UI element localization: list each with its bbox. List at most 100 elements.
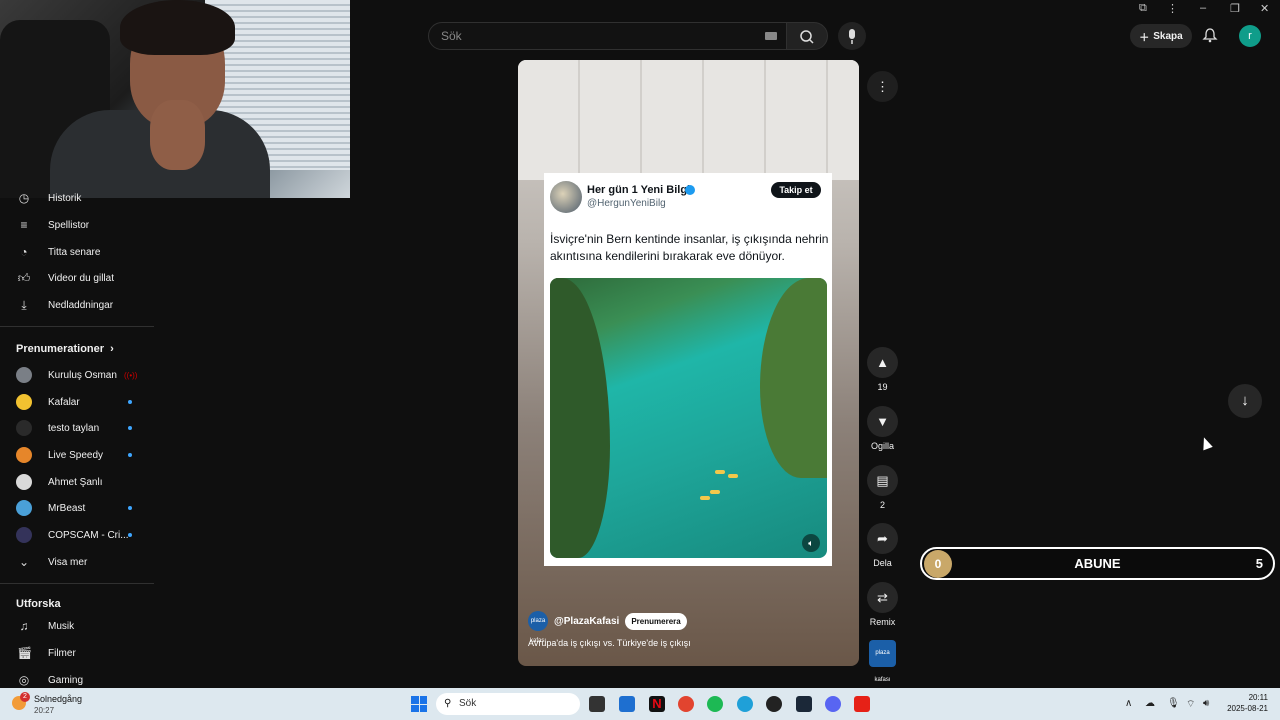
music-icon: ♫ — [19, 619, 29, 633]
channel-avatar[interactable]: plaza kafası — [528, 611, 548, 644]
webcam-overlay — [0, 0, 350, 198]
subscription-item[interactable]: Kuruluş Osman ((•)) — [0, 363, 154, 387]
netflix-icon[interactable]: N — [649, 696, 665, 712]
subscription-label: testo taylan — [48, 422, 100, 434]
new-content-dot — [128, 506, 132, 510]
short-video-player[interactable]: Her gün 1 Yeni Bilgi @HergunYeniBilg Tak… — [518, 60, 859, 666]
steam-icon[interactable] — [796, 696, 812, 712]
next-video-button[interactable]: ↓ — [1228, 384, 1262, 418]
search-input[interactable]: Sök — [428, 22, 788, 50]
dislike-button[interactable]: ▼ — [867, 406, 898, 437]
sidebar-item-movies[interactable]: 🎬︎ Filmer — [0, 641, 154, 665]
sidebar-item-history[interactable]: ◷ Historik — [0, 186, 154, 210]
subscription-item[interactable]: MrBeast — [0, 496, 154, 520]
subscriber-goal-widget: 0 ABUNE 5 — [920, 547, 1275, 580]
arrow-down-icon: ↓ — [1241, 392, 1249, 409]
sidebar-item-downloads[interactable]: ⤓ Nedladdningar — [0, 293, 154, 317]
sidebar-item-label: Historik — [48, 192, 82, 204]
create-button[interactable]: ＋ Skapa — [1130, 24, 1192, 48]
comments-button[interactable]: ▤ — [867, 465, 898, 496]
thumb-up-icon: 👍︎ — [17, 271, 31, 285]
cloud-icon[interactable]: ☁ — [1145, 698, 1155, 709]
comment-icon: ▤ — [876, 473, 889, 488]
extensions-icon[interactable]: ⧉ — [1139, 2, 1147, 15]
raft — [710, 490, 720, 494]
channel-avatar — [16, 500, 32, 516]
volume-icon[interactable]: 🔊︎ — [1203, 698, 1209, 709]
history-icon: ◷ — [18, 191, 30, 205]
like-button[interactable]: ▲ — [867, 347, 898, 378]
chevron-right-icon: › — [107, 343, 114, 355]
close-icon[interactable]: ✕ — [1260, 2, 1269, 15]
river-bank-left — [550, 278, 610, 558]
store-icon[interactable] — [619, 696, 635, 712]
network-icon[interactable]: ⌔ — [1186, 698, 1195, 711]
microphone-icon — [849, 29, 855, 44]
weather-badge: 2 — [20, 692, 30, 702]
clock-icon: ◔ — [20, 245, 28, 259]
plus-icon: ＋ — [1139, 32, 1150, 44]
tray-chevron-up-icon[interactable]: ∧ — [1125, 698, 1132, 709]
mouse-cursor-icon — [1199, 435, 1213, 451]
subscriber-goal-target: 5 — [1255, 556, 1263, 571]
search-placeholder: Sök — [441, 29, 462, 43]
channel-name[interactable]: @PlazaKafasi — [554, 616, 619, 627]
show-more-label: Visa mer — [48, 556, 88, 568]
remix-label: Remix — [869, 617, 896, 627]
chrome-icon[interactable] — [678, 696, 694, 712]
subscriptions-heading[interactable]: Prenumerationer › — [16, 343, 114, 355]
subscribe-button[interactable]: Prenumerera — [625, 612, 687, 630]
gaming-icon: ◎ — [18, 673, 30, 687]
taskbar-clock[interactable]: 20:11 2025-08-21 — [1218, 692, 1268, 714]
sound-channel-avatar[interactable]: plaza kafası — [869, 640, 896, 683]
taskbar-search[interactable]: ⚲ Sök — [436, 693, 580, 715]
sidebar-item-liked-videos[interactable]: 👍︎ Videor du gillat — [0, 266, 154, 290]
river-bank-right — [760, 278, 827, 478]
sidebar-item-label: Gaming — [48, 674, 84, 686]
subscription-item[interactable]: Kafalar — [0, 390, 154, 414]
keyboard-icon[interactable] — [765, 32, 777, 40]
youtube-icon[interactable] — [854, 696, 870, 712]
live-indicator-icon: ((•)) — [124, 370, 138, 380]
short-title: Avrupa'da iş çıkışı vs. Türkiye'de iş çı… — [528, 638, 691, 648]
minimize-icon[interactable]: – — [1200, 2, 1206, 14]
subscription-label: MrBeast — [48, 502, 86, 514]
subscription-label: Ahmet Şanlı — [48, 476, 103, 488]
dislike-label: Ogilla — [870, 441, 894, 451]
subscription-item[interactable]: testo taylan — [0, 416, 154, 440]
thumb-down-icon: ▼ — [876, 414, 889, 429]
raft — [715, 470, 725, 474]
app-icon[interactable] — [766, 696, 782, 712]
subscription-item[interactable]: COPSCAM - Cri... — [0, 523, 154, 547]
windows-logo-icon — [419, 704, 427, 712]
verified-badge-icon — [685, 185, 695, 195]
maximize-icon[interactable]: ❐ — [1230, 2, 1240, 15]
task-view-icon[interactable] — [589, 696, 605, 712]
more-menu-icon[interactable]: ⋮ — [1167, 2, 1178, 15]
sidebar-item-music[interactable]: ♫ Musik — [0, 614, 154, 638]
clock-date: 2025-08-21 — [1227, 704, 1268, 713]
edge-icon[interactable] — [737, 696, 753, 712]
discord-icon[interactable] — [825, 696, 841, 712]
share-button[interactable]: ➦ — [867, 523, 898, 554]
subscription-item[interactable]: Ahmet Şanlı — [0, 470, 154, 494]
start-button[interactable] — [411, 696, 427, 712]
notifications-bell-icon[interactable] — [1202, 27, 1218, 43]
sidebar-item-label: Titta senare — [48, 246, 101, 258]
subscription-item[interactable]: Live Speedy — [0, 443, 154, 467]
sidebar-item-watch-later[interactable]: ◔ Titta senare — [0, 240, 154, 264]
remix-button[interactable]: ⇄ — [867, 582, 898, 613]
voice-search-button[interactable] — [838, 22, 866, 50]
subscriber-goal-label: ABUNE — [1074, 556, 1121, 571]
thumb-up-icon: ▲ — [876, 355, 889, 370]
more-options-button[interactable]: ⋮ — [867, 71, 898, 102]
chevron-down-icon: ⌄ — [18, 555, 30, 569]
spotify-icon[interactable] — [707, 696, 723, 712]
raft — [728, 474, 738, 478]
microphone-icon[interactable]: 🎙︎ — [1167, 698, 1180, 709]
search-button[interactable] — [786, 22, 828, 50]
show-more-button[interactable]: ⌄ Visa mer — [0, 550, 154, 574]
sidebar-item-playlists[interactable]: ≡ Spellistor — [0, 213, 154, 237]
account-avatar[interactable]: r — [1239, 25, 1261, 47]
tweet-card: Her gün 1 Yeni Bilgi @HergunYeniBilg Tak… — [544, 173, 832, 566]
